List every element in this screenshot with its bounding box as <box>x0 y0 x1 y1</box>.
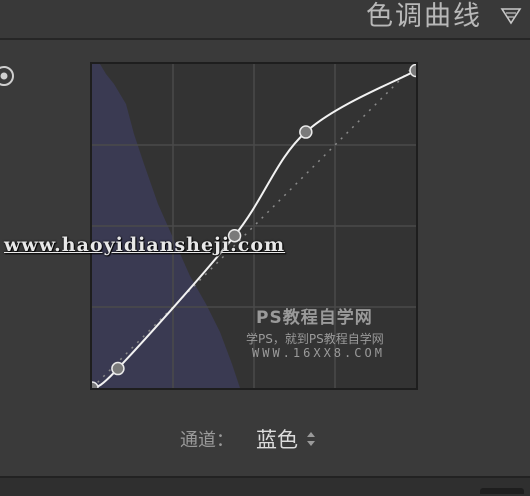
target-adjustment-icon[interactable] <box>0 64 16 88</box>
collapse-triangle-icon[interactable] <box>500 6 522 26</box>
watermark-site: WWW.16XX8.COM <box>252 346 385 360</box>
watermark-subtitle: 学PS，就到PS教程自学网 <box>246 332 384 346</box>
bottom-bar <box>0 476 530 496</box>
panel-title: 色调曲线 <box>366 1 482 32</box>
channel-value[interactable]: 蓝色 <box>256 424 298 454</box>
bottom-knob <box>480 488 524 494</box>
up-down-arrows-icon[interactable] <box>306 431 316 447</box>
channel-label: 通道： <box>180 430 234 451</box>
curve-control-point[interactable] <box>111 361 125 376</box>
curve-control-point[interactable] <box>409 64 416 78</box>
watermark-title: PS教程自学网 <box>256 308 373 328</box>
channel-row: 通道： 蓝色 <box>180 424 316 454</box>
watermark-url: www.haoyidiansheji.com <box>4 234 286 256</box>
curve-control-point[interactable] <box>299 125 313 139</box>
panel-header: 色调曲线 <box>0 0 530 40</box>
channel-select[interactable]: 蓝色 <box>256 424 316 454</box>
